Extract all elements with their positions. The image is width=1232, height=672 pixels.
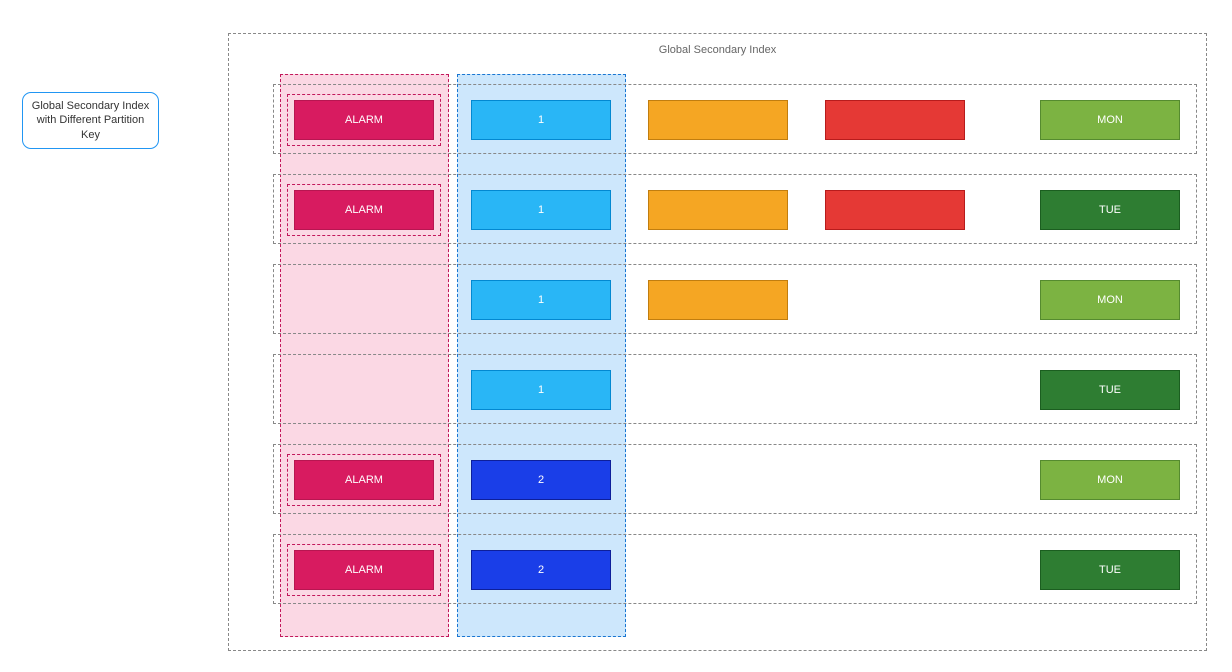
day-label: MON (1097, 474, 1123, 486)
day-label: MON (1097, 114, 1123, 126)
container-title: Global Secondary Index (659, 44, 776, 56)
sort-cell: 1 (471, 190, 611, 230)
sort-cell: 1 (471, 280, 611, 320)
day-label: MON (1097, 294, 1123, 306)
sort-label: 2 (538, 474, 544, 486)
attr-cell-orange (648, 190, 788, 230)
partition-label: ALARM (345, 204, 383, 216)
sort-cell: 2 (471, 460, 611, 500)
day-label: TUE (1099, 204, 1121, 216)
sort-cell: 2 (471, 550, 611, 590)
attr-cell-red (825, 100, 965, 140)
day-cell: MON (1040, 460, 1180, 500)
attr-cell-red (825, 190, 965, 230)
table-row: ALARM 1 MON (273, 84, 1197, 154)
partition-cell: ALARM (294, 190, 434, 230)
partition-cell: ALARM (294, 550, 434, 590)
table-row: ALARM 2 MON (273, 444, 1197, 514)
sort-label: 1 (538, 294, 544, 306)
gsi-container: Global Secondary Index ALARM 1 MON ALARM… (228, 33, 1207, 651)
caption-text: Global Secondary Index with Different Pa… (31, 99, 150, 142)
sort-label: 1 (538, 114, 544, 126)
table-row: ALARM 2 TUE (273, 534, 1197, 604)
caption-box: Global Secondary Index with Different Pa… (22, 92, 159, 149)
sort-label: 1 (538, 204, 544, 216)
sort-label: 2 (538, 564, 544, 576)
sort-cell: 1 (471, 100, 611, 140)
day-cell: TUE (1040, 370, 1180, 410)
partition-cell: ALARM (294, 100, 434, 140)
partition-label: ALARM (345, 564, 383, 576)
table-row: 1 TUE (273, 354, 1197, 424)
day-cell: TUE (1040, 550, 1180, 590)
table-row: ALARM 1 TUE (273, 174, 1197, 244)
day-cell: MON (1040, 280, 1180, 320)
day-label: TUE (1099, 384, 1121, 396)
partition-label: ALARM (345, 114, 383, 126)
sort-cell: 1 (471, 370, 611, 410)
partition-cell: ALARM (294, 460, 434, 500)
sort-label: 1 (538, 384, 544, 396)
rows-wrapper: ALARM 1 MON ALARM 1 TUE 1 MON 1 TUE ALAR… (273, 84, 1197, 624)
attr-cell-orange (648, 280, 788, 320)
table-row: 1 MON (273, 264, 1197, 334)
attr-cell-orange (648, 100, 788, 140)
partition-label: ALARM (345, 474, 383, 486)
day-cell: MON (1040, 100, 1180, 140)
day-cell: TUE (1040, 190, 1180, 230)
day-label: TUE (1099, 564, 1121, 576)
